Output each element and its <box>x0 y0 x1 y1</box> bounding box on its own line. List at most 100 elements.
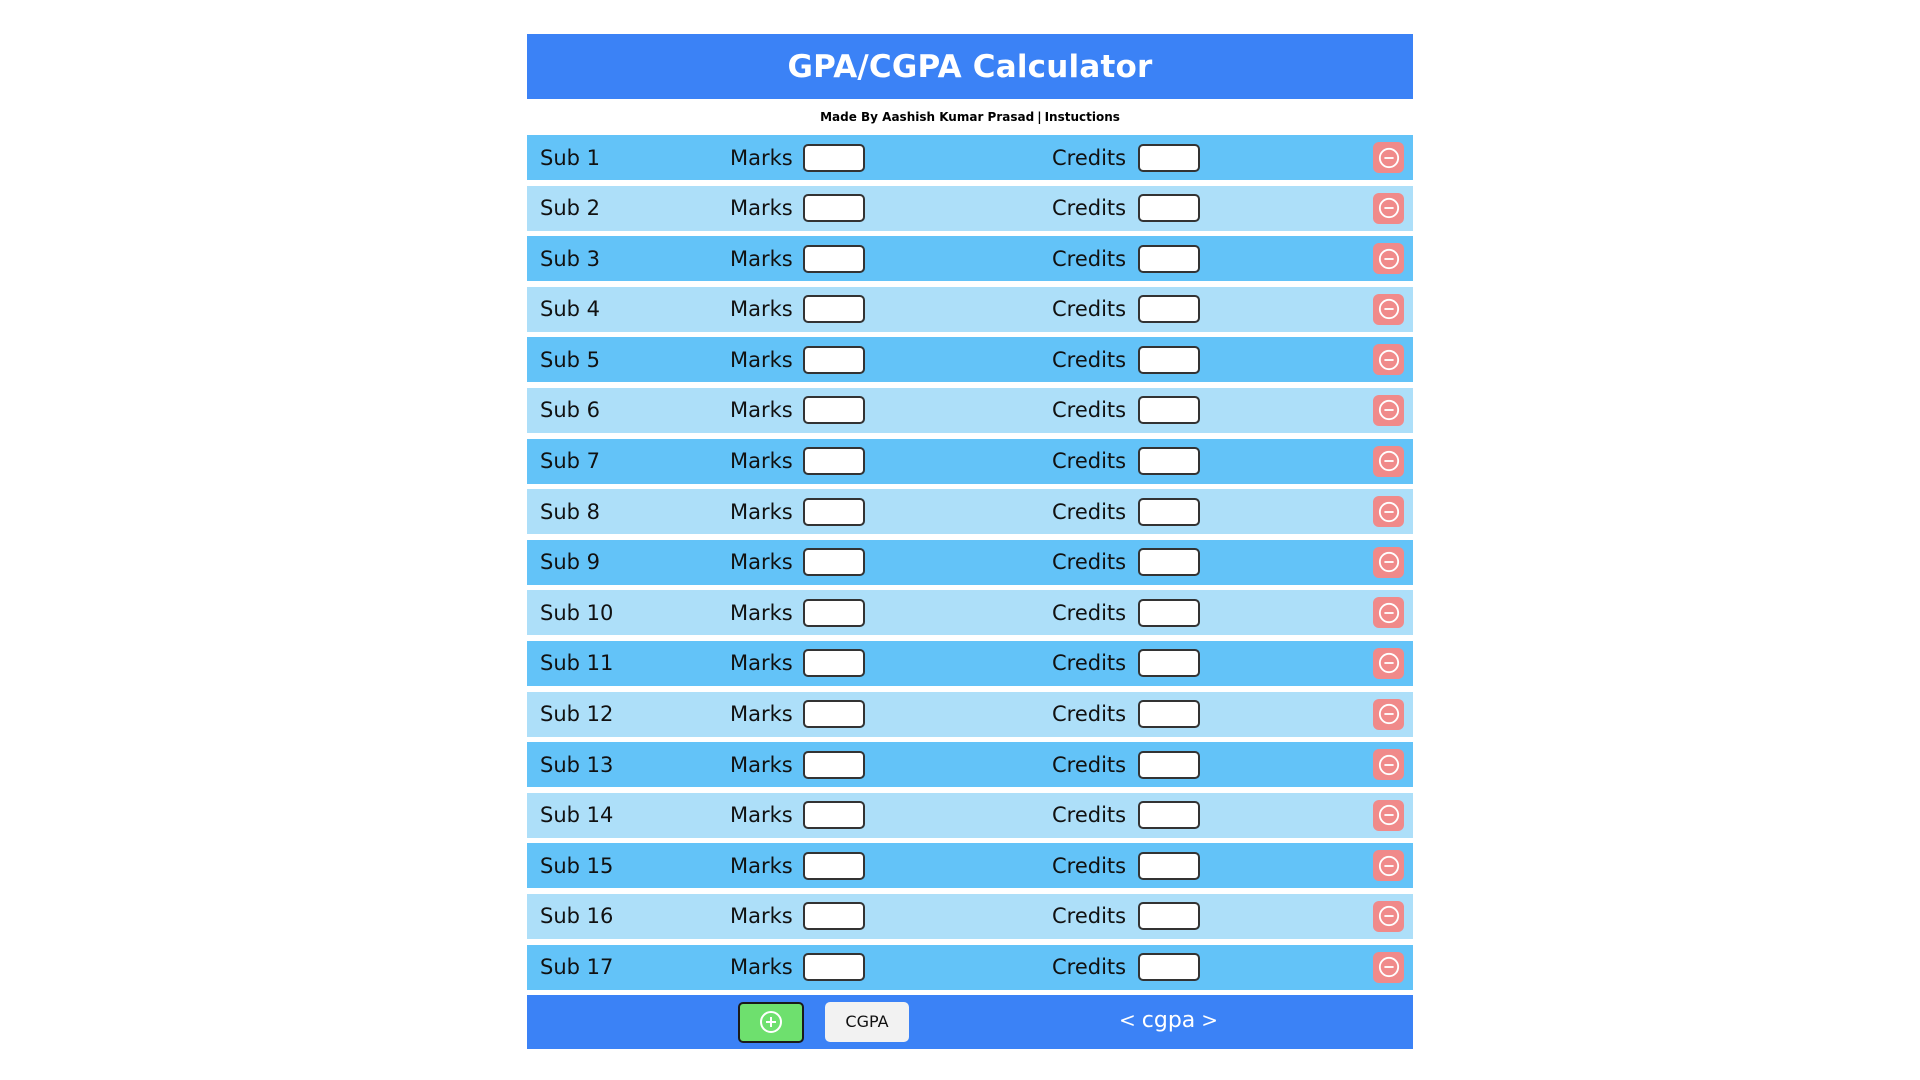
credits-input[interactable] <box>1138 295 1200 324</box>
marks-input[interactable] <box>803 649 865 678</box>
minus-circle-icon <box>1378 855 1399 876</box>
subject-label: Sub 10 <box>540 600 614 625</box>
remove-subject-button[interactable] <box>1373 951 1404 983</box>
credits-input[interactable] <box>1138 548 1200 577</box>
marks-input[interactable] <box>803 953 865 981</box>
remove-subject-button[interactable] <box>1373 799 1404 831</box>
marks-input[interactable] <box>803 295 865 324</box>
marks-input[interactable] <box>803 244 865 273</box>
credits-input[interactable] <box>1138 396 1200 425</box>
credits-input[interactable] <box>1138 801 1200 830</box>
remove-subject-button[interactable] <box>1373 344 1404 376</box>
marks-label: Marks <box>730 853 793 878</box>
remove-subject-button[interactable] <box>1373 546 1404 578</box>
mode-label: cgpa <box>1141 1007 1196 1033</box>
subject-row: Sub 3 Marks Credits <box>527 236 1413 282</box>
subject-row: Sub 9 Marks Credits <box>527 539 1413 585</box>
remove-subject-button[interactable] <box>1373 192 1404 224</box>
credits-label: Credits <box>1052 550 1127 575</box>
marks-input[interactable] <box>803 396 865 425</box>
credits-input[interactable] <box>1138 447 1200 476</box>
credits-input[interactable] <box>1138 497 1200 526</box>
marks-label: Marks <box>730 550 793 575</box>
credits-input[interactable] <box>1138 649 1200 678</box>
remove-subject-button[interactable] <box>1373 142 1404 173</box>
calculator-container: GPA/CGPA Calculator Made By Aashish Kuma… <box>527 34 1413 1049</box>
credits-input[interactable] <box>1138 851 1200 880</box>
subject-row: Sub 14 Marks Credits <box>527 792 1413 838</box>
subject-row: Sub 6 Marks Credits <box>527 387 1413 433</box>
subject-row: Sub 10 Marks Credits <box>527 590 1413 636</box>
subject-label: Sub 9 <box>540 550 601 575</box>
minus-circle-icon <box>1378 299 1399 320</box>
author-credit: Made By Aashish Kumar Prasad <box>820 110 1035 124</box>
minus-circle-icon <box>1378 703 1399 725</box>
marks-label: Marks <box>730 803 793 828</box>
marks-input[interactable] <box>803 497 865 526</box>
marks-input[interactable] <box>803 548 865 577</box>
marks-input[interactable] <box>803 447 865 476</box>
credits-label: Credits <box>1052 600 1127 625</box>
subject-label: Sub 6 <box>540 398 601 423</box>
credit-line: Made By Aashish Kumar Prasad | Instuctio… <box>527 99 1413 135</box>
credits-label: Credits <box>1052 651 1127 676</box>
remove-subject-button[interactable] <box>1373 698 1404 730</box>
marks-input[interactable] <box>803 750 865 779</box>
marks-input[interactable] <box>803 902 865 931</box>
marks-label: Marks <box>730 904 793 929</box>
add-subject-button[interactable] <box>738 1001 804 1043</box>
calculate-cgpa-button[interactable]: CGPA <box>825 1001 909 1042</box>
remove-subject-button[interactable] <box>1373 850 1404 882</box>
marks-input[interactable] <box>803 851 865 880</box>
subject-list: Sub 1 Marks Credits Sub 2 Marks Credits … <box>527 135 1413 995</box>
subject-row: Sub 8 Marks Credits <box>527 489 1413 535</box>
credits-input[interactable] <box>1138 953 1200 981</box>
credits-input[interactable] <box>1138 194 1200 223</box>
remove-subject-button[interactable] <box>1373 445 1404 477</box>
marks-input[interactable] <box>803 143 865 172</box>
marks-input[interactable] <box>803 700 865 729</box>
remove-subject-button[interactable] <box>1373 293 1404 325</box>
subject-row: Sub 13 Marks Credits <box>527 742 1413 788</box>
minus-circle-icon <box>1378 956 1399 978</box>
marks-label: Marks <box>730 702 793 727</box>
subject-label: Sub 15 <box>540 853 614 878</box>
credits-input[interactable] <box>1138 598 1200 627</box>
credits-label: Credits <box>1052 853 1127 878</box>
subject-label: Sub 3 <box>540 246 601 271</box>
marks-input[interactable] <box>803 345 865 374</box>
marks-input[interactable] <box>803 598 865 627</box>
credits-input[interactable] <box>1138 902 1200 931</box>
subject-row: Sub 15 Marks Credits <box>527 843 1413 889</box>
marks-label: Marks <box>730 600 793 625</box>
credits-label: Credits <box>1052 398 1127 423</box>
mode-prev-button[interactable]: < <box>1119 1008 1136 1032</box>
marks-label: Marks <box>730 196 793 221</box>
marks-label: Marks <box>730 651 793 676</box>
credits-input[interactable] <box>1138 244 1200 273</box>
remove-subject-button[interactable] <box>1373 597 1404 629</box>
remove-subject-button[interactable] <box>1373 900 1404 932</box>
credits-label: Credits <box>1052 196 1127 221</box>
credits-input[interactable] <box>1138 345 1200 374</box>
credits-label: Credits <box>1052 803 1127 828</box>
credits-input[interactable] <box>1138 750 1200 779</box>
remove-subject-button[interactable] <box>1373 749 1404 781</box>
remove-subject-button[interactable] <box>1373 394 1404 426</box>
remove-subject-button[interactable] <box>1373 496 1404 528</box>
remove-subject-button[interactable] <box>1373 647 1404 679</box>
subject-label: Sub 5 <box>540 347 601 372</box>
marks-label: Marks <box>730 955 793 979</box>
mode-next-button[interactable]: > <box>1201 1008 1218 1032</box>
subject-label: Sub 8 <box>540 499 601 524</box>
marks-label: Marks <box>730 297 793 322</box>
credits-input[interactable] <box>1138 700 1200 729</box>
subject-row: Sub 17 Marks Credits <box>527 944 1413 990</box>
minus-circle-icon <box>1378 147 1399 168</box>
marks-input[interactable] <box>803 194 865 223</box>
minus-circle-icon <box>1378 754 1399 775</box>
instructions-link[interactable]: Instuctions <box>1045 110 1120 124</box>
credits-input[interactable] <box>1138 143 1200 172</box>
remove-subject-button[interactable] <box>1373 243 1404 275</box>
marks-input[interactable] <box>803 801 865 830</box>
